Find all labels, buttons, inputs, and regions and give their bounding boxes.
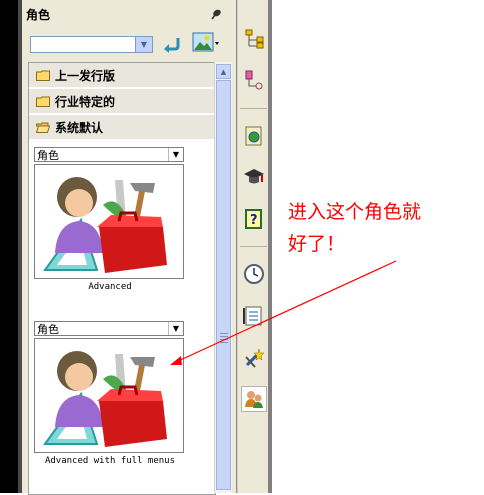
annotation-line-1: 进入这个角色就 [288,201,422,223]
annotation-text: 进入这个角色就 好了！ [288,196,478,260]
annotation-line-2: 好了！ [288,233,346,255]
